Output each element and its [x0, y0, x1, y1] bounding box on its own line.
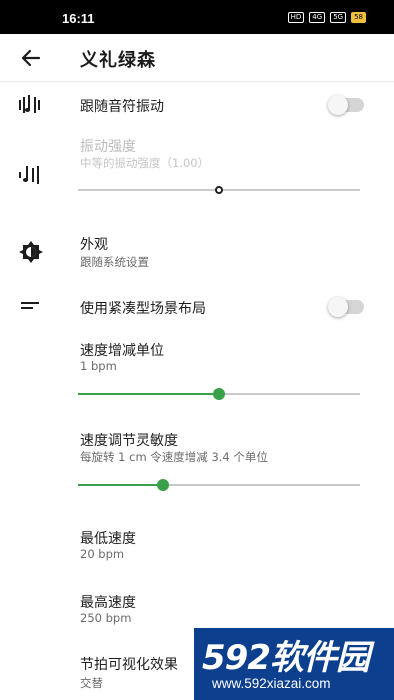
setting-vibration-strength: 振动强度 中等的振动强度（1.00）: [0, 128, 394, 208]
page-title: 义礼绿森: [80, 50, 156, 71]
slider-fill: [78, 484, 163, 486]
vibration-strength-slider[interactable]: [78, 180, 360, 200]
tempo-step-value: 1 bpm: [80, 359, 117, 373]
tempo-step-slider[interactable]: [78, 384, 360, 404]
beat-visual-label: 节拍可视化效果: [80, 657, 178, 673]
signal-5g-icon: 5G: [330, 12, 347, 23]
appearance-label: 外观: [80, 237, 108, 253]
slider-fill: [78, 393, 219, 395]
tempo-step-label: 速度增减单位: [80, 343, 164, 359]
back-button[interactable]: [18, 45, 44, 71]
max-tempo-label: 最高速度: [80, 595, 136, 611]
slider-thumb[interactable]: [213, 388, 225, 400]
battery-icon: 58: [351, 12, 366, 23]
watermark-brand: 592软件园: [202, 638, 370, 678]
watermark-url: www.592xiazai.com: [212, 676, 331, 691]
hd-icon: HD: [287, 12, 305, 23]
app-bar: 义礼绿森: [0, 34, 394, 82]
beat-visual-value: 交替: [80, 676, 103, 690]
vibrate-follow-label: 跟随音符振动: [80, 99, 164, 115]
switch-knob: [328, 297, 348, 317]
slider-thumb[interactable]: [215, 186, 223, 194]
vibrate-follow-switch[interactable]: [328, 95, 364, 115]
tempo-sensitivity-value: 每旋转 1 cm 令速度增减 3.4 个单位: [80, 450, 268, 464]
vibration-strength-value: 中等的振动强度（1.00）: [80, 156, 210, 170]
tempo-sensitivity-slider[interactable]: [78, 475, 360, 495]
min-tempo-value: 20 bpm: [80, 547, 125, 561]
setting-tempo-sensitivity[interactable]: 速度调节灵敏度 每旋转 1 cm 令速度增减 3.4 个单位: [0, 426, 394, 502]
status-time: 16:11: [62, 11, 95, 26]
status-icons: HD 4G 5G 58: [287, 12, 366, 23]
slider-thumb[interactable]: [156, 479, 169, 491]
setting-tempo-step[interactable]: 速度增减单位 1 bpm: [0, 334, 394, 410]
status-bar: 16:11 HD 4G 5G 58: [0, 0, 394, 34]
vibration-strength-label: 振动强度: [80, 139, 136, 155]
setting-compact-layout[interactable]: 使用紧凑型场景布局: [0, 288, 394, 326]
signal-4g-icon: 4G: [309, 12, 326, 23]
setting-vibrate-follow[interactable]: 跟随音符振动: [0, 84, 394, 126]
vibration-note-icon: [19, 95, 40, 113]
back-arrow-icon: [21, 49, 41, 67]
setting-appearance[interactable]: 外观 跟随系统设置: [0, 228, 394, 276]
appearance-value: 跟随系统设置: [80, 255, 149, 269]
vibration-strength-icon: [19, 166, 39, 184]
setting-min-tempo[interactable]: 最低速度 20 bpm: [0, 522, 394, 572]
tempo-sensitivity-label: 速度调节灵敏度: [80, 433, 178, 449]
min-tempo-label: 最低速度: [80, 531, 136, 547]
brightness-icon: [19, 241, 43, 263]
compact-layout-icon: [21, 302, 39, 309]
compact-layout-switch[interactable]: [328, 297, 364, 317]
compact-layout-label: 使用紧凑型场景布局: [80, 301, 206, 317]
switch-knob: [328, 95, 348, 115]
watermark-logo: 592软件园 www.592xiazai.com: [194, 628, 394, 700]
max-tempo-value: 250 bpm: [80, 611, 132, 625]
